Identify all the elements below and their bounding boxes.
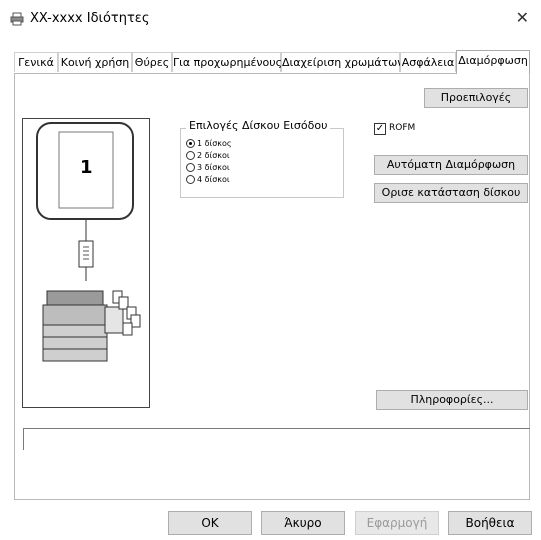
info-button[interactable]: Πληροφορίες... [376, 390, 528, 410]
radio-1-tray[interactable]: 1 δίσκος [186, 138, 232, 149]
title-bar: XX-xxxx Ιδιότητες ✕ [0, 0, 541, 38]
tab-sharing[interactable]: Κοινή χρήση [58, 52, 132, 72]
tab-strip: Γενικά Κοινή χρήση Θύρες Για προχωρημένο… [14, 50, 530, 74]
radio-label: 4 δίσκοι [197, 175, 230, 184]
rofm-checkbox[interactable]: ✓ [374, 123, 386, 135]
radio-icon[interactable] [186, 175, 195, 184]
tab-security[interactable]: Ασφάλεια [400, 52, 456, 72]
input-tray-legend: Επιλογές Δίσκου Εισόδου [186, 119, 331, 132]
radio-label: 2 δίσκοι [197, 151, 230, 160]
auto-config-button[interactable]: Αυτόματη Διαμόρφωση [374, 155, 528, 175]
tab-configuration[interactable]: Διαμόρφωση [456, 50, 530, 74]
tab-color-management[interactable]: Διαχείριση χρωμάτων [281, 52, 403, 72]
close-icon[interactable]: ✕ [516, 8, 529, 27]
radio-icon[interactable] [186, 163, 195, 172]
help-button[interactable]: Βοήθεια [448, 511, 532, 535]
radio-2-trays[interactable]: 2 δίσκοι [186, 150, 230, 161]
radio-checked-icon[interactable] [186, 139, 195, 148]
rofm-label: ROFM [389, 123, 416, 133]
radio-label: 3 δίσκοι [197, 163, 230, 172]
defaults-button[interactable]: Προεπιλογές [424, 88, 528, 108]
ok-button[interactable]: OK [168, 511, 252, 535]
window-title: XX-xxxx Ιδιότητες [30, 11, 150, 26]
tab-advanced[interactable]: Για προχωρημένους [172, 52, 282, 72]
apply-button[interactable]: Εφαρμογή [355, 511, 439, 535]
tab-general[interactable]: Γενικά [14, 52, 58, 72]
tab-ports[interactable]: Θύρες [132, 52, 172, 72]
set-tray-status-button[interactable]: Ορισε κατάσταση δίσκου [374, 183, 528, 203]
preview-page-number: 1 [80, 157, 93, 178]
cancel-button[interactable]: Άκυρο [261, 511, 345, 535]
radio-4-trays[interactable]: 4 δίσκοι [186, 174, 230, 185]
status-bar [23, 428, 530, 450]
printer-icon [10, 11, 24, 30]
radio-label: 1 δίσκος [197, 139, 232, 148]
radio-icon[interactable] [186, 151, 195, 160]
configuration-preview: 1 [22, 118, 150, 408]
radio-3-trays[interactable]: 3 δίσκοι [186, 162, 230, 173]
